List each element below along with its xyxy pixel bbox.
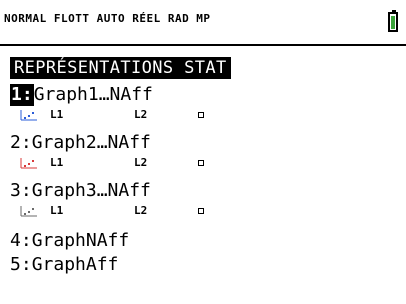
menu-item-number: 5: [10, 254, 32, 275]
menu-item-graph-off[interactable]: 4:GraphNAff [10, 230, 129, 252]
scatter-plot-icon [20, 206, 37, 217]
menu-item-number: 4: [10, 230, 32, 251]
mark-square-icon [198, 208, 204, 214]
ylist-label: L2 [134, 204, 148, 217]
menu-item-graph-on[interactable]: 5:GraphAff [10, 254, 118, 276]
menu-item-number: 3: [10, 180, 32, 201]
menu-item-number: 1: [10, 84, 34, 106]
mode-status-text: NORMAL FLOTT AUTO RÉEL RAD MP [4, 12, 211, 25]
menu-item-graph3[interactable]: 3:Graph3…NAff [10, 180, 151, 202]
menu-item-label: GraphNAff [31, 230, 130, 251]
mark-square-icon [198, 112, 204, 118]
xlist-label: L1 [50, 108, 64, 121]
menu-item-number: 2: [10, 132, 32, 153]
menu-item-graph2[interactable]: 2:Graph2…NAff [10, 132, 151, 154]
menu-item-label: GraphAff [31, 254, 119, 275]
menu-title: REPRÉSENTATIONS STAT [10, 57, 231, 79]
xlist-label: L1 [50, 204, 64, 217]
battery-icon [388, 10, 398, 32]
menu-item-label: Graph2…NAff [31, 132, 151, 153]
menu-item-label: Graph1…NAff [33, 84, 153, 105]
scatter-plot-icon [20, 110, 37, 121]
ylist-label: L2 [134, 108, 148, 121]
ylist-label: L2 [134, 156, 148, 169]
status-bar: NORMAL FLOTT AUTO RÉEL RAD MP [0, 0, 406, 46]
xlist-label: L1 [50, 156, 64, 169]
battery-level [391, 16, 395, 29]
menu-item-graph1[interactable]: 1:Graph1…NAff [10, 84, 153, 106]
calculator-screen: NORMAL FLOTT AUTO RÉEL RAD MP REPRÉSENTA… [0, 0, 406, 304]
battery-nub [392, 10, 396, 13]
menu-item-label: Graph3…NAff [31, 180, 151, 201]
mark-square-icon [198, 160, 204, 166]
scatter-plot-icon [20, 158, 37, 169]
